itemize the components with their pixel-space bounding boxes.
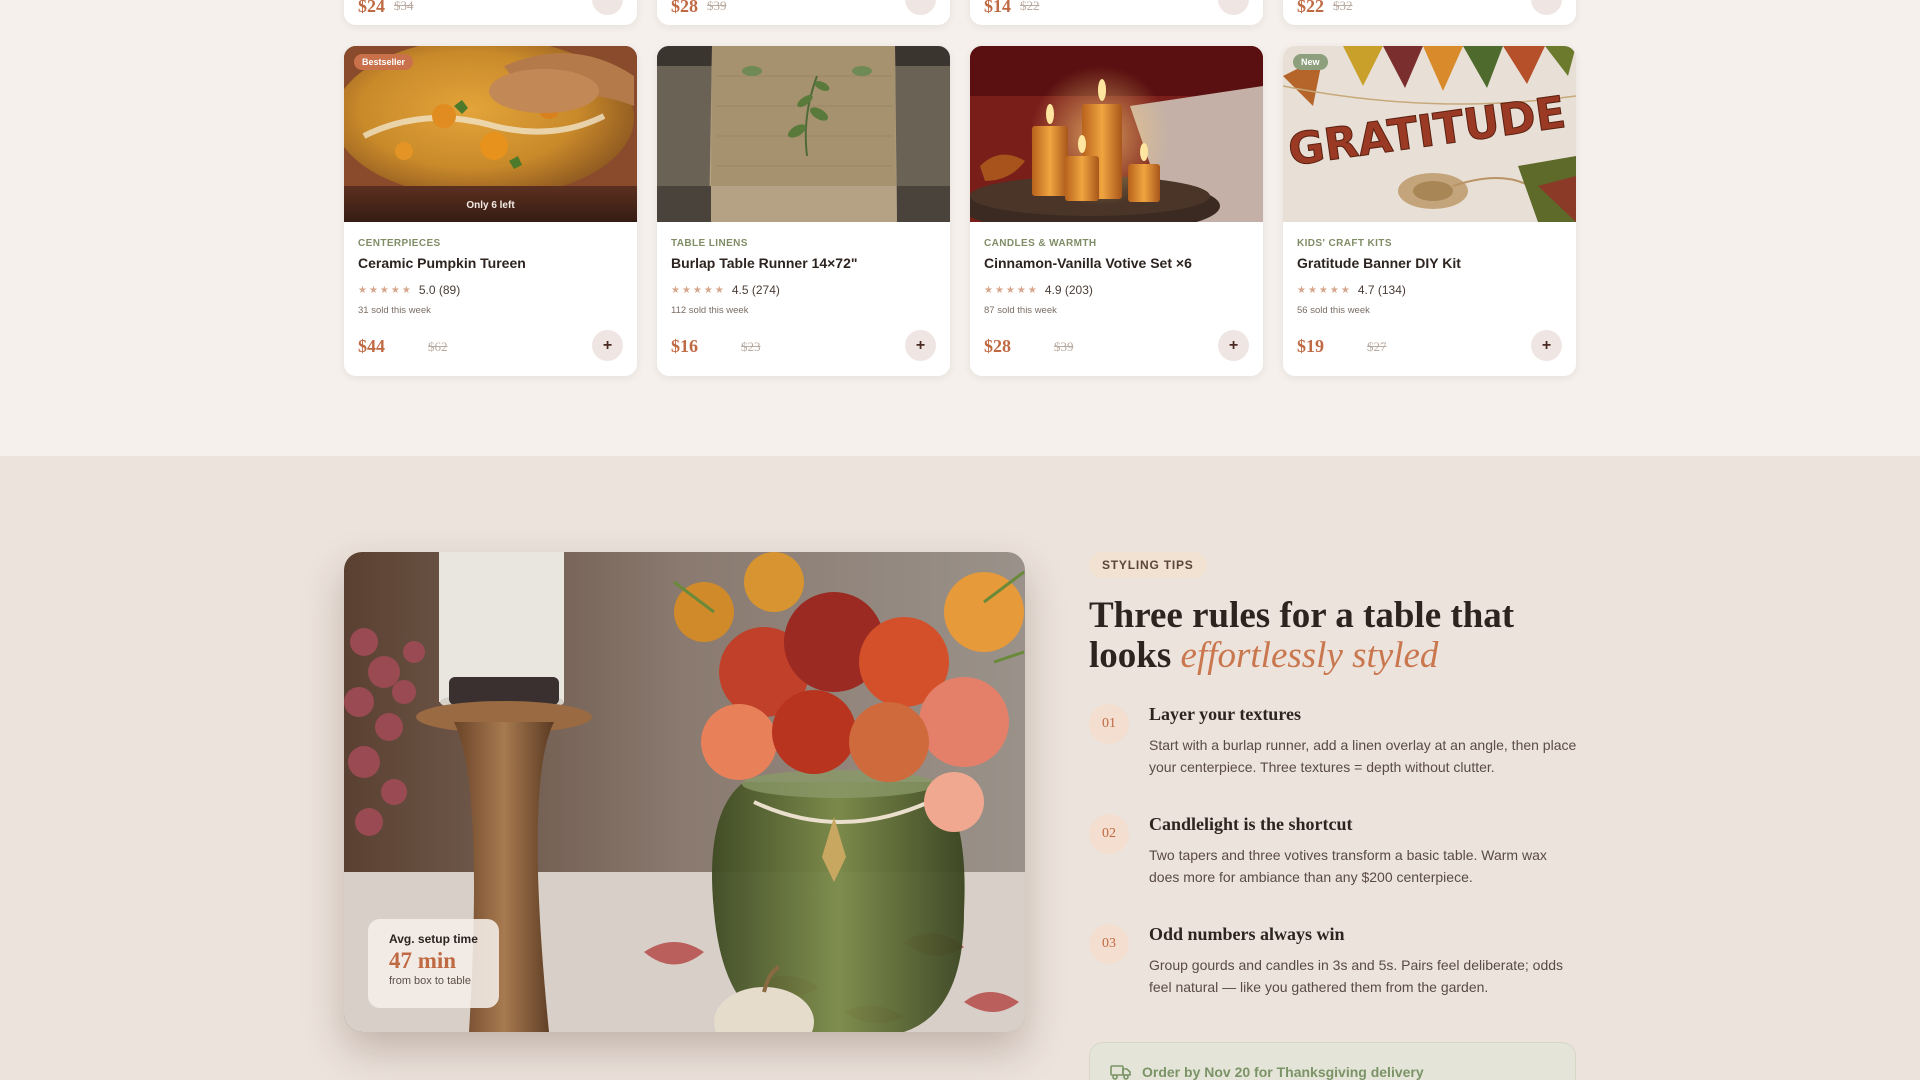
- product-rating: ★★★★★ 4.5 (274): [671, 283, 936, 297]
- bestseller-badge: Bestseller: [354, 54, 414, 70]
- product-grid-section: $24 $34 $28 $39 $14 $22 $22 $32 Bestsell…: [0, 0, 1920, 456]
- rule-title: Odd numbers always win: [1149, 924, 1345, 944]
- setup-time-subtitle: from box to table: [389, 975, 471, 987]
- rating-text: 4.5 (274): [731, 283, 780, 297]
- sold-count: 87 sold this week: [984, 305, 1057, 316]
- product-category: TABLE LINENS: [671, 238, 748, 249]
- rule-item: 01 Layer your textures Start with a burl…: [1089, 704, 1576, 814]
- add-to-cart-button[interactable]: [1218, 0, 1249, 15]
- stock-indicator: Only 6 left: [344, 188, 637, 222]
- rule-title: Layer your textures: [1149, 704, 1301, 724]
- tips-content: STYLING TIPS Three rules for a table tha…: [1089, 552, 1576, 995]
- rating-text: 5.0 (89): [418, 283, 461, 297]
- add-to-cart-button[interactable]: +: [592, 330, 623, 361]
- product-category: CANDLES & WARMTH: [984, 238, 1097, 249]
- rules-list: 01 Layer your textures Start with a burl…: [1089, 704, 1576, 1034]
- product-name[interactable]: Ceramic Pumpkin Tureen: [358, 255, 623, 271]
- setup-time-value: 47 min: [389, 948, 457, 973]
- product-old-price: $23: [741, 339, 761, 354]
- setup-time-card: Avg. setup time 47 min from box to table: [368, 919, 499, 1008]
- product-rating: ★★★★★ 4.7 (134): [1297, 283, 1562, 297]
- product-image[interactable]: [970, 46, 1263, 222]
- product-card-partial[interactable]: $28 $39: [657, 0, 950, 25]
- add-to-cart-button[interactable]: +: [1531, 330, 1562, 361]
- hero-image: Avg. setup time 47 min from box to table: [344, 552, 1025, 1032]
- truck-icon: [1110, 1065, 1131, 1080]
- rule-title: Candlelight is the shortcut: [1149, 814, 1353, 834]
- rule-text: Two tapers and three votives transform a…: [1149, 847, 1547, 885]
- product-price: $44: [358, 336, 385, 356]
- rule-number: 01: [1089, 704, 1129, 744]
- add-to-cart-button[interactable]: [592, 0, 623, 15]
- product-old-price: $27: [1367, 339, 1387, 354]
- product-price: $14: [984, 0, 1011, 16]
- star-rating-icon: ★★★★★: [1297, 284, 1352, 296]
- rating-text: 4.7 (134): [1357, 283, 1406, 297]
- product-category: CENTERPIECES: [358, 238, 441, 249]
- product-image[interactable]: GRATITUDE New: [1283, 46, 1576, 222]
- product-card[interactable]: Bestseller Only 6 left CENTERPIECES Cera…: [344, 46, 637, 376]
- delivery-text: Order by Nov 20 for Thanksgiving deliver…: [1142, 1064, 1424, 1080]
- product-image[interactable]: [657, 46, 950, 222]
- add-to-cart-button[interactable]: +: [905, 330, 936, 361]
- sold-count: 56 sold this week: [1297, 305, 1370, 316]
- new-badge: New: [1293, 54, 1328, 70]
- product-old-price: $39: [707, 0, 727, 13]
- product-card[interactable]: GRATITUDE New KIDS' CRAFT KITS Gratitude…: [1283, 46, 1576, 376]
- product-name[interactable]: Cinnamon-Vanilla Votive Set ×6: [984, 255, 1249, 271]
- product-price: $24: [358, 0, 385, 16]
- product-old-price: $22: [1020, 0, 1040, 13]
- product-card-partial[interactable]: $14 $22: [970, 0, 1263, 25]
- product-rating: ★★★★★ 5.0 (89): [358, 283, 623, 297]
- styling-tips-pill: STYLING TIPS: [1089, 552, 1207, 578]
- sold-count: 112 sold this week: [671, 305, 749, 316]
- rule-text: Group gourds and candles in 3s and 5s. P…: [1149, 957, 1564, 995]
- product-old-price: $32: [1333, 0, 1353, 13]
- product-category: KIDS' CRAFT KITS: [1297, 238, 1392, 249]
- product-price: $28: [671, 0, 698, 16]
- product-price: $22: [1297, 0, 1324, 16]
- sold-count: 31 sold this week: [358, 305, 431, 316]
- heading-accent: effortlessly styled: [1180, 635, 1439, 676]
- star-rating-icon: ★★★★★: [984, 284, 1039, 296]
- product-name[interactable]: Gratitude Banner DIY Kit: [1297, 255, 1562, 271]
- product-name[interactable]: Burlap Table Runner 14×72": [671, 255, 936, 271]
- rule-item: 03 Odd numbers always win Group gourds a…: [1089, 924, 1576, 1034]
- delivery-notice: Order by Nov 20 for Thanksgiving deliver…: [1089, 1042, 1576, 1080]
- setup-time-title: Avg. setup time: [389, 932, 478, 946]
- rule-number: 02: [1089, 814, 1129, 854]
- product-price: $16: [671, 336, 698, 356]
- product-old-price: $34: [394, 0, 414, 13]
- product-old-price: $62: [428, 339, 448, 354]
- add-to-cart-button[interactable]: [1531, 0, 1562, 15]
- rule-text: Start with a burlap runner, add a linen …: [1149, 737, 1577, 775]
- star-rating-icon: ★★★★★: [358, 284, 413, 296]
- product-image[interactable]: Bestseller Only 6 left: [344, 46, 637, 222]
- product-price: $19: [1297, 336, 1324, 356]
- rule-item: 02 Candlelight is the shortcut Two taper…: [1089, 814, 1576, 924]
- styling-tips-section: Avg. setup time 47 min from box to table…: [0, 456, 1920, 1080]
- product-old-price: $39: [1054, 339, 1074, 354]
- add-to-cart-button[interactable]: +: [1218, 330, 1249, 361]
- product-card-partial[interactable]: $24 $34: [344, 0, 637, 25]
- product-card-partial[interactable]: $22 $32: [1283, 0, 1576, 25]
- add-to-cart-button[interactable]: [905, 0, 936, 15]
- product-price: $28: [984, 336, 1011, 356]
- star-rating-icon: ★★★★★: [671, 284, 726, 296]
- rating-text: 4.9 (203): [1044, 283, 1093, 297]
- section-heading: Three rules for a table that looks effor…: [1089, 596, 1576, 676]
- product-rating: ★★★★★ 4.9 (203): [984, 283, 1249, 297]
- product-card[interactable]: CANDLES & WARMTH Cinnamon-Vanilla Votive…: [970, 46, 1263, 376]
- rule-number: 03: [1089, 924, 1129, 964]
- product-card[interactable]: TABLE LINENS Burlap Table Runner 14×72" …: [657, 46, 950, 376]
